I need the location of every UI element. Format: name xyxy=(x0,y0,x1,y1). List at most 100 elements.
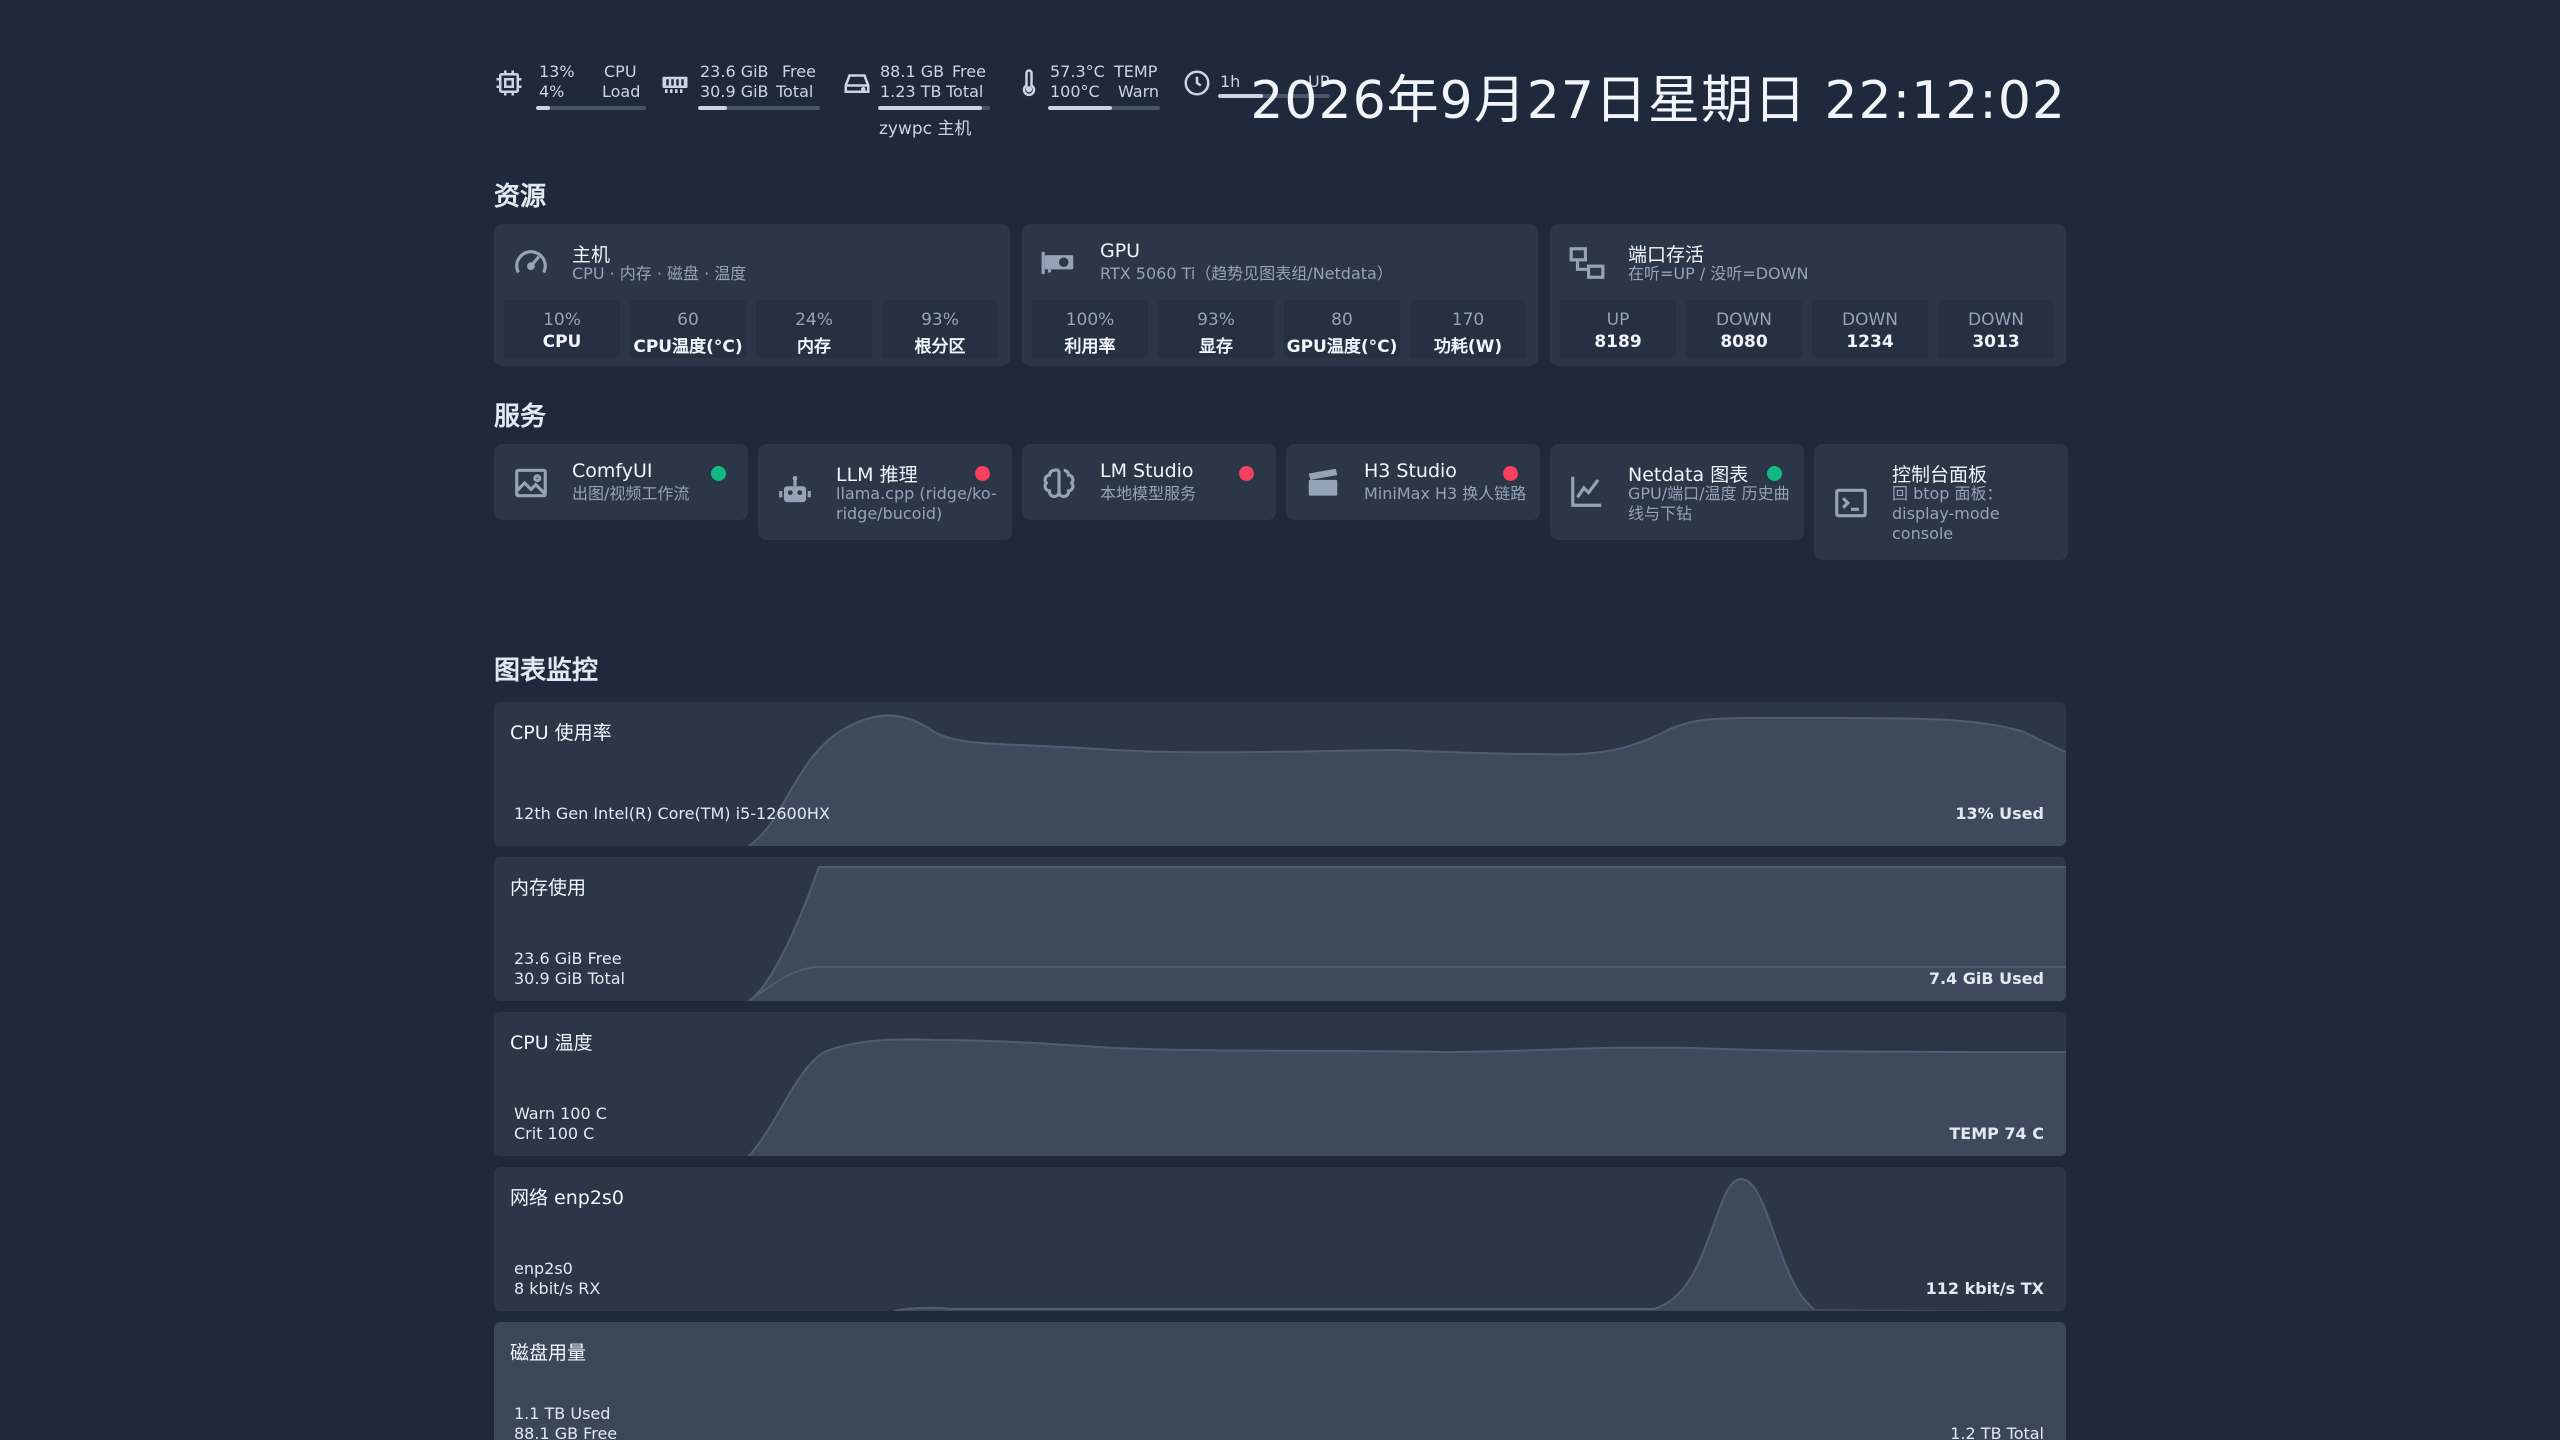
status-dot-down xyxy=(1503,466,1518,481)
resources-title: 资源 xyxy=(494,182,547,212)
image-icon xyxy=(512,464,550,502)
gpu-card[interactable]: GPU RTX 5060 Ti（趋势见图表组/Netdata） 100% 利用率 … xyxy=(1022,224,1538,366)
temp-bar xyxy=(1048,106,1160,110)
temp-label: TEMP xyxy=(1114,62,1158,81)
chart-right-label: 13% Used xyxy=(1955,804,2044,823)
mem-total-label: Total xyxy=(776,82,814,101)
ports-card-title: 端口存活 xyxy=(1628,244,1705,266)
service-llm[interactable]: LLM 推理 llama.cpp (ridge/ko-ridge/bucoid) xyxy=(758,444,1012,540)
chart-left-label: 23.6 GiB Free xyxy=(514,949,622,968)
port-3013: DOWN 3013 xyxy=(1938,300,2054,358)
chart-right-label: 1.2 TB Total xyxy=(1950,1424,2044,1440)
chart-left-label: enp2s0 xyxy=(514,1259,573,1278)
cpu-usage-area xyxy=(494,714,2066,846)
memory-status: 23.6 GiB 30.9 GiB Free Total xyxy=(660,56,820,116)
ports-card-subtitle: 在听=UP / 没听=DOWN xyxy=(1628,264,1809,283)
status-dot-down xyxy=(1239,466,1254,481)
service-console-panel[interactable]: 控制台面板 回 btop 面板：display-mode console xyxy=(1814,444,2068,560)
cpu-temp-chart[interactable]: CPU 温度 Warn 100 C Crit 100 C TEMP 74 C xyxy=(494,1012,2066,1156)
chart-left-label-2: Crit 100 C xyxy=(514,1124,595,1143)
ports-card[interactable]: 端口存活 在听=UP / 没听=DOWN UP 8189 DOWN 8080 DOW… xyxy=(1550,224,2066,366)
status-dot-up xyxy=(1767,466,1782,481)
brain-icon xyxy=(1040,464,1078,502)
cpu-load-value: 4% xyxy=(539,82,565,101)
service-title: Netdata 图表 xyxy=(1628,464,1749,486)
memory-icon xyxy=(660,68,690,98)
metric-cpu: 10% CPU xyxy=(504,300,620,358)
charts-title: 图表监控 xyxy=(494,656,599,686)
service-title: H3 Studio xyxy=(1364,460,1457,482)
service-title: LM Studio xyxy=(1100,460,1194,482)
metric-power: 170 功耗(W) xyxy=(1410,300,1526,358)
mem-total-value: 30.9 GiB xyxy=(700,82,769,101)
disk-bar xyxy=(878,106,990,110)
metric-memory: 24% 内存 xyxy=(756,300,872,358)
disk-free-value: 88.1 GB xyxy=(880,62,945,81)
service-lm-studio[interactable]: LM Studio 本地模型服务 xyxy=(1022,444,1276,520)
status-dot-down xyxy=(975,466,990,481)
temp-value: 57.3°C xyxy=(1050,62,1105,81)
chart-left-label-2: 8 kbit/s RX xyxy=(514,1279,601,1298)
chart-right-label: 7.4 GiB Used xyxy=(1928,969,2044,988)
disk-total-value: 1.23 TB xyxy=(880,82,942,101)
temp-status: 57.3°C 100°C TEMP Warn xyxy=(1014,56,1164,116)
service-title: 控制台面板 xyxy=(1892,464,1988,486)
metric-root-partition: 93% 根分区 xyxy=(882,300,998,358)
chart-title: CPU 使用率 xyxy=(510,722,612,744)
chart-right-label: TEMP 74 C xyxy=(1949,1124,2044,1143)
network-chart[interactable]: 网络 enp2s0 enp2s0 8 kbit/s RX 112 kbit/s … xyxy=(494,1167,2066,1311)
metric-vram: 93% 显存 xyxy=(1158,300,1274,358)
service-h3-studio[interactable]: H3 Studio MiniMax H3 换人链路 xyxy=(1286,444,1540,520)
chart-title: CPU 温度 xyxy=(510,1032,593,1054)
temp-warn-value: 100°C xyxy=(1050,82,1100,101)
service-subtitle: 出图/视频工作流 xyxy=(572,484,690,503)
host-card[interactable]: 主机 CPU · 内存 · 磁盘 · 温度 10% CPU 60 CPU温度(°C)… xyxy=(494,224,1010,366)
cpu-temp-area xyxy=(494,1038,2066,1156)
speedometer-icon xyxy=(512,244,550,282)
datetime-clock: 2026年9月27日星期日 22:12:02 xyxy=(1250,71,2066,131)
cpu-status: 13% 4% CPU Load xyxy=(494,56,654,116)
clock-icon xyxy=(1182,68,1212,98)
chart-title: 磁盘用量 xyxy=(510,1342,587,1364)
clapperboard-icon xyxy=(1304,464,1342,502)
chart-left-label-2: 30.9 GiB Total xyxy=(514,969,625,988)
service-subtitle: MiniMax H3 换人链路 xyxy=(1364,484,1527,503)
chart-left-label: Warn 100 C xyxy=(514,1104,607,1123)
warn-label: Warn xyxy=(1118,82,1160,101)
host-card-title: 主机 xyxy=(572,244,611,266)
service-netdata[interactable]: Netdata 图表 GPU/端口/温度 历史曲线与下钻 xyxy=(1550,444,1804,540)
service-comfyui[interactable]: ComfyUI 出图/视频工作流 xyxy=(494,444,748,520)
service-subtitle: 回 btop 面板：display-mode console xyxy=(1892,484,2003,543)
terminal-icon xyxy=(1832,484,1870,522)
services-title: 服务 xyxy=(494,402,547,432)
service-title: LLM 推理 xyxy=(836,464,918,486)
chart-right-label: 112 kbit/s TX xyxy=(1925,1279,2044,1298)
disk-icon xyxy=(842,68,872,98)
robot-icon xyxy=(776,472,814,510)
status-dot-up xyxy=(711,466,726,481)
thermometer-icon xyxy=(1014,68,1044,98)
network-area xyxy=(494,1178,2066,1311)
chart-left-label: 12th Gen Intel(R) Core(TM) i5-12600HX xyxy=(514,804,830,823)
service-subtitle: 本地模型服务 xyxy=(1100,484,1197,503)
cpu-usage-chart[interactable]: CPU 使用率 12th Gen Intel(R) Core(TM) i5-12… xyxy=(494,702,2066,846)
disk-free-label: Free xyxy=(952,62,986,81)
disk-total-label: Total xyxy=(946,82,984,101)
port-8189: UP 8189 xyxy=(1560,300,1676,358)
memory-usage-chart[interactable]: 内存使用 23.6 GiB Free 30.9 GiB Total 7.4 Gi… xyxy=(494,857,2066,1001)
cpu-bar xyxy=(536,106,646,110)
gpu-card-subtitle: RTX 5060 Ti（趋势见图表组/Netdata） xyxy=(1100,264,1393,283)
mem-free-label: Free xyxy=(782,62,816,81)
cpu-label: CPU xyxy=(604,62,637,81)
disk-usage-chart[interactable]: 磁盘用量 1.1 TB Used 88.1 GB Free 1.2 TB Tot… xyxy=(494,1322,2066,1440)
port-8080: DOWN 8080 xyxy=(1686,300,1802,358)
load-label: Load xyxy=(602,82,641,101)
gpu-card-title: GPU xyxy=(1100,240,1141,262)
network-ports-icon xyxy=(1568,244,1606,282)
chart-left-label: 1.1 TB Used xyxy=(514,1404,611,1423)
metric-gpu-temp: 80 GPU温度(°C) xyxy=(1284,300,1400,358)
service-title: ComfyUI xyxy=(572,460,653,482)
chart-title: 内存使用 xyxy=(510,877,587,899)
gpu-icon xyxy=(1040,244,1078,282)
chart-title: 网络 enp2s0 xyxy=(510,1187,624,1209)
